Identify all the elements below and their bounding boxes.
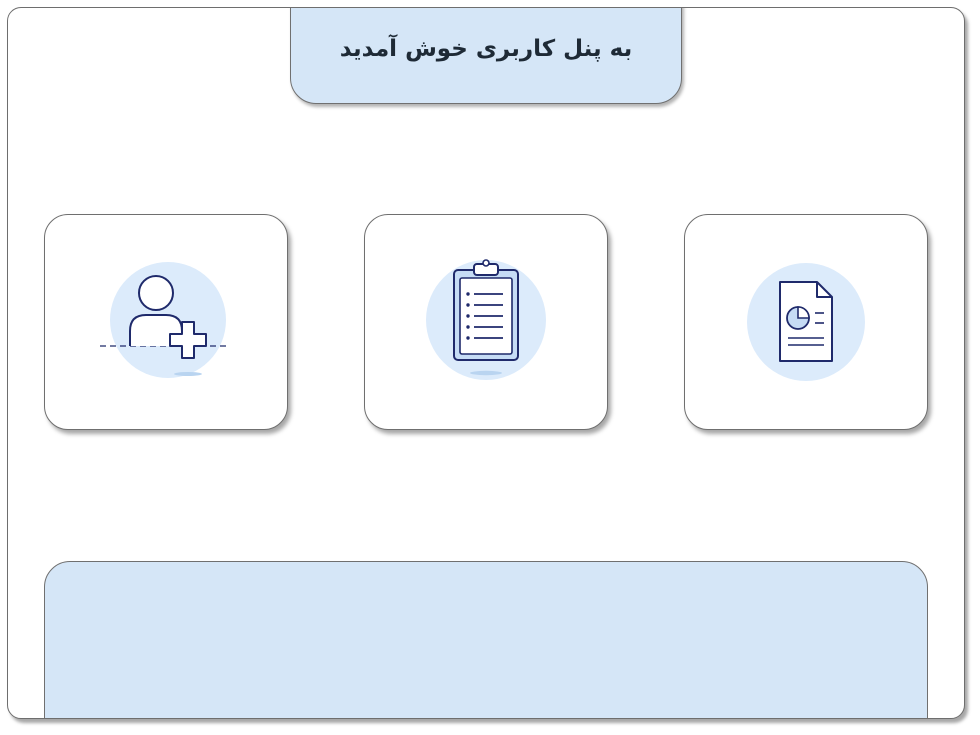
welcome-banner: به پنل کاربری خوش آمدید <box>290 8 682 104</box>
report-document-icon <box>747 263 865 381</box>
clipboard-card[interactable] <box>364 214 608 430</box>
report-card[interactable] <box>684 214 928 430</box>
welcome-title: به پنل کاربری خوش آمدید <box>339 36 633 62</box>
main-frame: به پنل کاربری خوش آمدید <box>7 7 965 719</box>
clipboard-list-icon <box>426 259 546 380</box>
content-panel <box>44 561 928 718</box>
add-user-card[interactable] <box>44 214 288 430</box>
add-user-icon <box>100 262 230 378</box>
